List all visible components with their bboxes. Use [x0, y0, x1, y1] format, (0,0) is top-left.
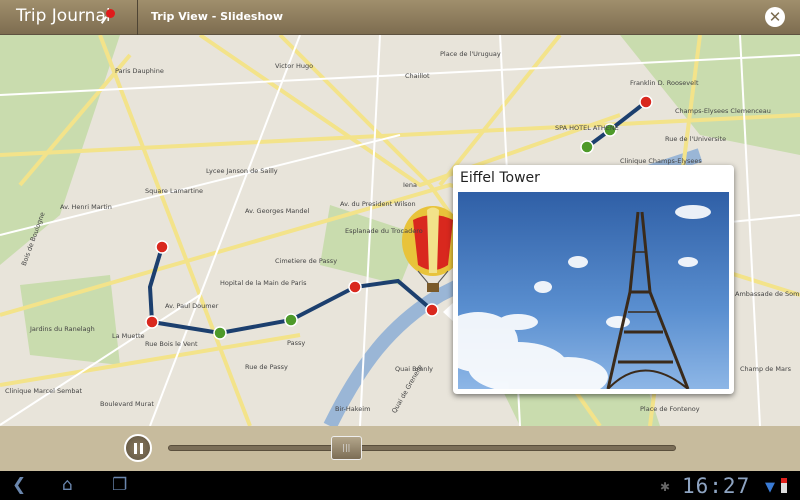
map-label: Place de Fontenoy: [640, 405, 700, 413]
map-label: Passy: [287, 339, 306, 347]
stop-marker: [639, 95, 653, 109]
map-label: Cimetiere de Passy: [275, 257, 338, 265]
stop-marker: [348, 280, 362, 294]
view-title: Trip View - Slideshow: [151, 10, 284, 23]
map-label: Champs-Elysees Clemenceau: [675, 107, 771, 115]
map-label: Rue Bois le Vent: [145, 340, 198, 348]
progress-thumb[interactable]: |||: [330, 436, 362, 460]
battery-icon: [781, 478, 787, 493]
slideshow-controls: |||: [0, 426, 800, 471]
stop-marker: [145, 315, 159, 329]
app-title: Trip Journal: [16, 6, 111, 26]
signal-icon: ▼: [765, 480, 775, 495]
eiffel-tower-photo[interactable]: [458, 192, 729, 389]
pause-icon[interactable]: [124, 434, 152, 462]
map-label: Boulevard Murat: [100, 400, 154, 408]
progress-track[interactable]: [168, 445, 676, 451]
map-label: SPA HOTEL ATHENE: [555, 124, 619, 132]
map-label: Iena: [403, 181, 418, 189]
usb-debug-icon: ✱: [660, 480, 671, 494]
map-label: Av. Georges Mandel: [245, 207, 310, 215]
visited-marker: [284, 313, 298, 327]
map-label: Clinique Marcel Sembat: [5, 387, 83, 395]
map-label: Place de l'Uruguay: [440, 50, 501, 58]
map-label: Paris Dauphine: [115, 67, 164, 75]
map-label: Esplanade du Trocadero: [345, 227, 423, 235]
map-label: Franklin D. Roosevelt: [630, 79, 699, 87]
map-label: Champ de Mars: [740, 365, 792, 373]
visited-marker: [213, 326, 227, 340]
map-label: Rue de Passy: [245, 363, 288, 371]
home-icon[interactable]: ⌂: [62, 477, 73, 494]
visited-marker: [580, 140, 594, 154]
header-divider: [137, 0, 138, 35]
map-label: Lycee Janson de Sailly: [206, 167, 278, 175]
map-label: Ambassade de Somalie: [735, 290, 800, 298]
map-label: Clinique Champs-Elysees: [620, 157, 702, 165]
map-label: Jardins du Ranelagh: [30, 325, 95, 333]
system-navigation-bar: ❮ ⌂ ❐ ✱ 16:27 ▼: [0, 471, 800, 500]
map-label: Chaillot: [405, 72, 430, 80]
map-label: Av. du President Wilson: [340, 200, 416, 208]
clock: 16:27: [682, 474, 751, 498]
stop-marker: [155, 240, 169, 254]
map-label: Av. Henri Martin: [60, 203, 112, 211]
map-label: Hopital de la Main de Paris: [220, 279, 307, 287]
current-stop-marker: [425, 303, 439, 317]
popup-title: Eiffel Tower: [460, 170, 540, 186]
eiffel-tower: [606, 211, 690, 389]
park-ranelagh: [20, 275, 120, 365]
app-header: Trip Journal Trip View - Slideshow ✕: [0, 0, 800, 35]
map-label: Av. Paul Doumer: [165, 302, 219, 310]
recent-apps-icon[interactable]: ❐: [112, 477, 127, 494]
pin-icon: [106, 9, 115, 18]
back-icon[interactable]: ❮: [12, 477, 26, 494]
map-label: La Muette: [112, 332, 145, 340]
location-popup[interactable]: Eiffel Tower: [453, 165, 734, 394]
map-label: Rue de l'Universite: [665, 135, 727, 143]
map-label: Square Lamartine: [145, 187, 204, 195]
map-label: Victor Hugo: [275, 62, 314, 70]
photo-illustration: [458, 205, 711, 389]
clouds: [458, 205, 711, 389]
close-icon[interactable]: ✕: [765, 7, 785, 27]
map-label: Bir-Hakeim: [335, 405, 371, 413]
